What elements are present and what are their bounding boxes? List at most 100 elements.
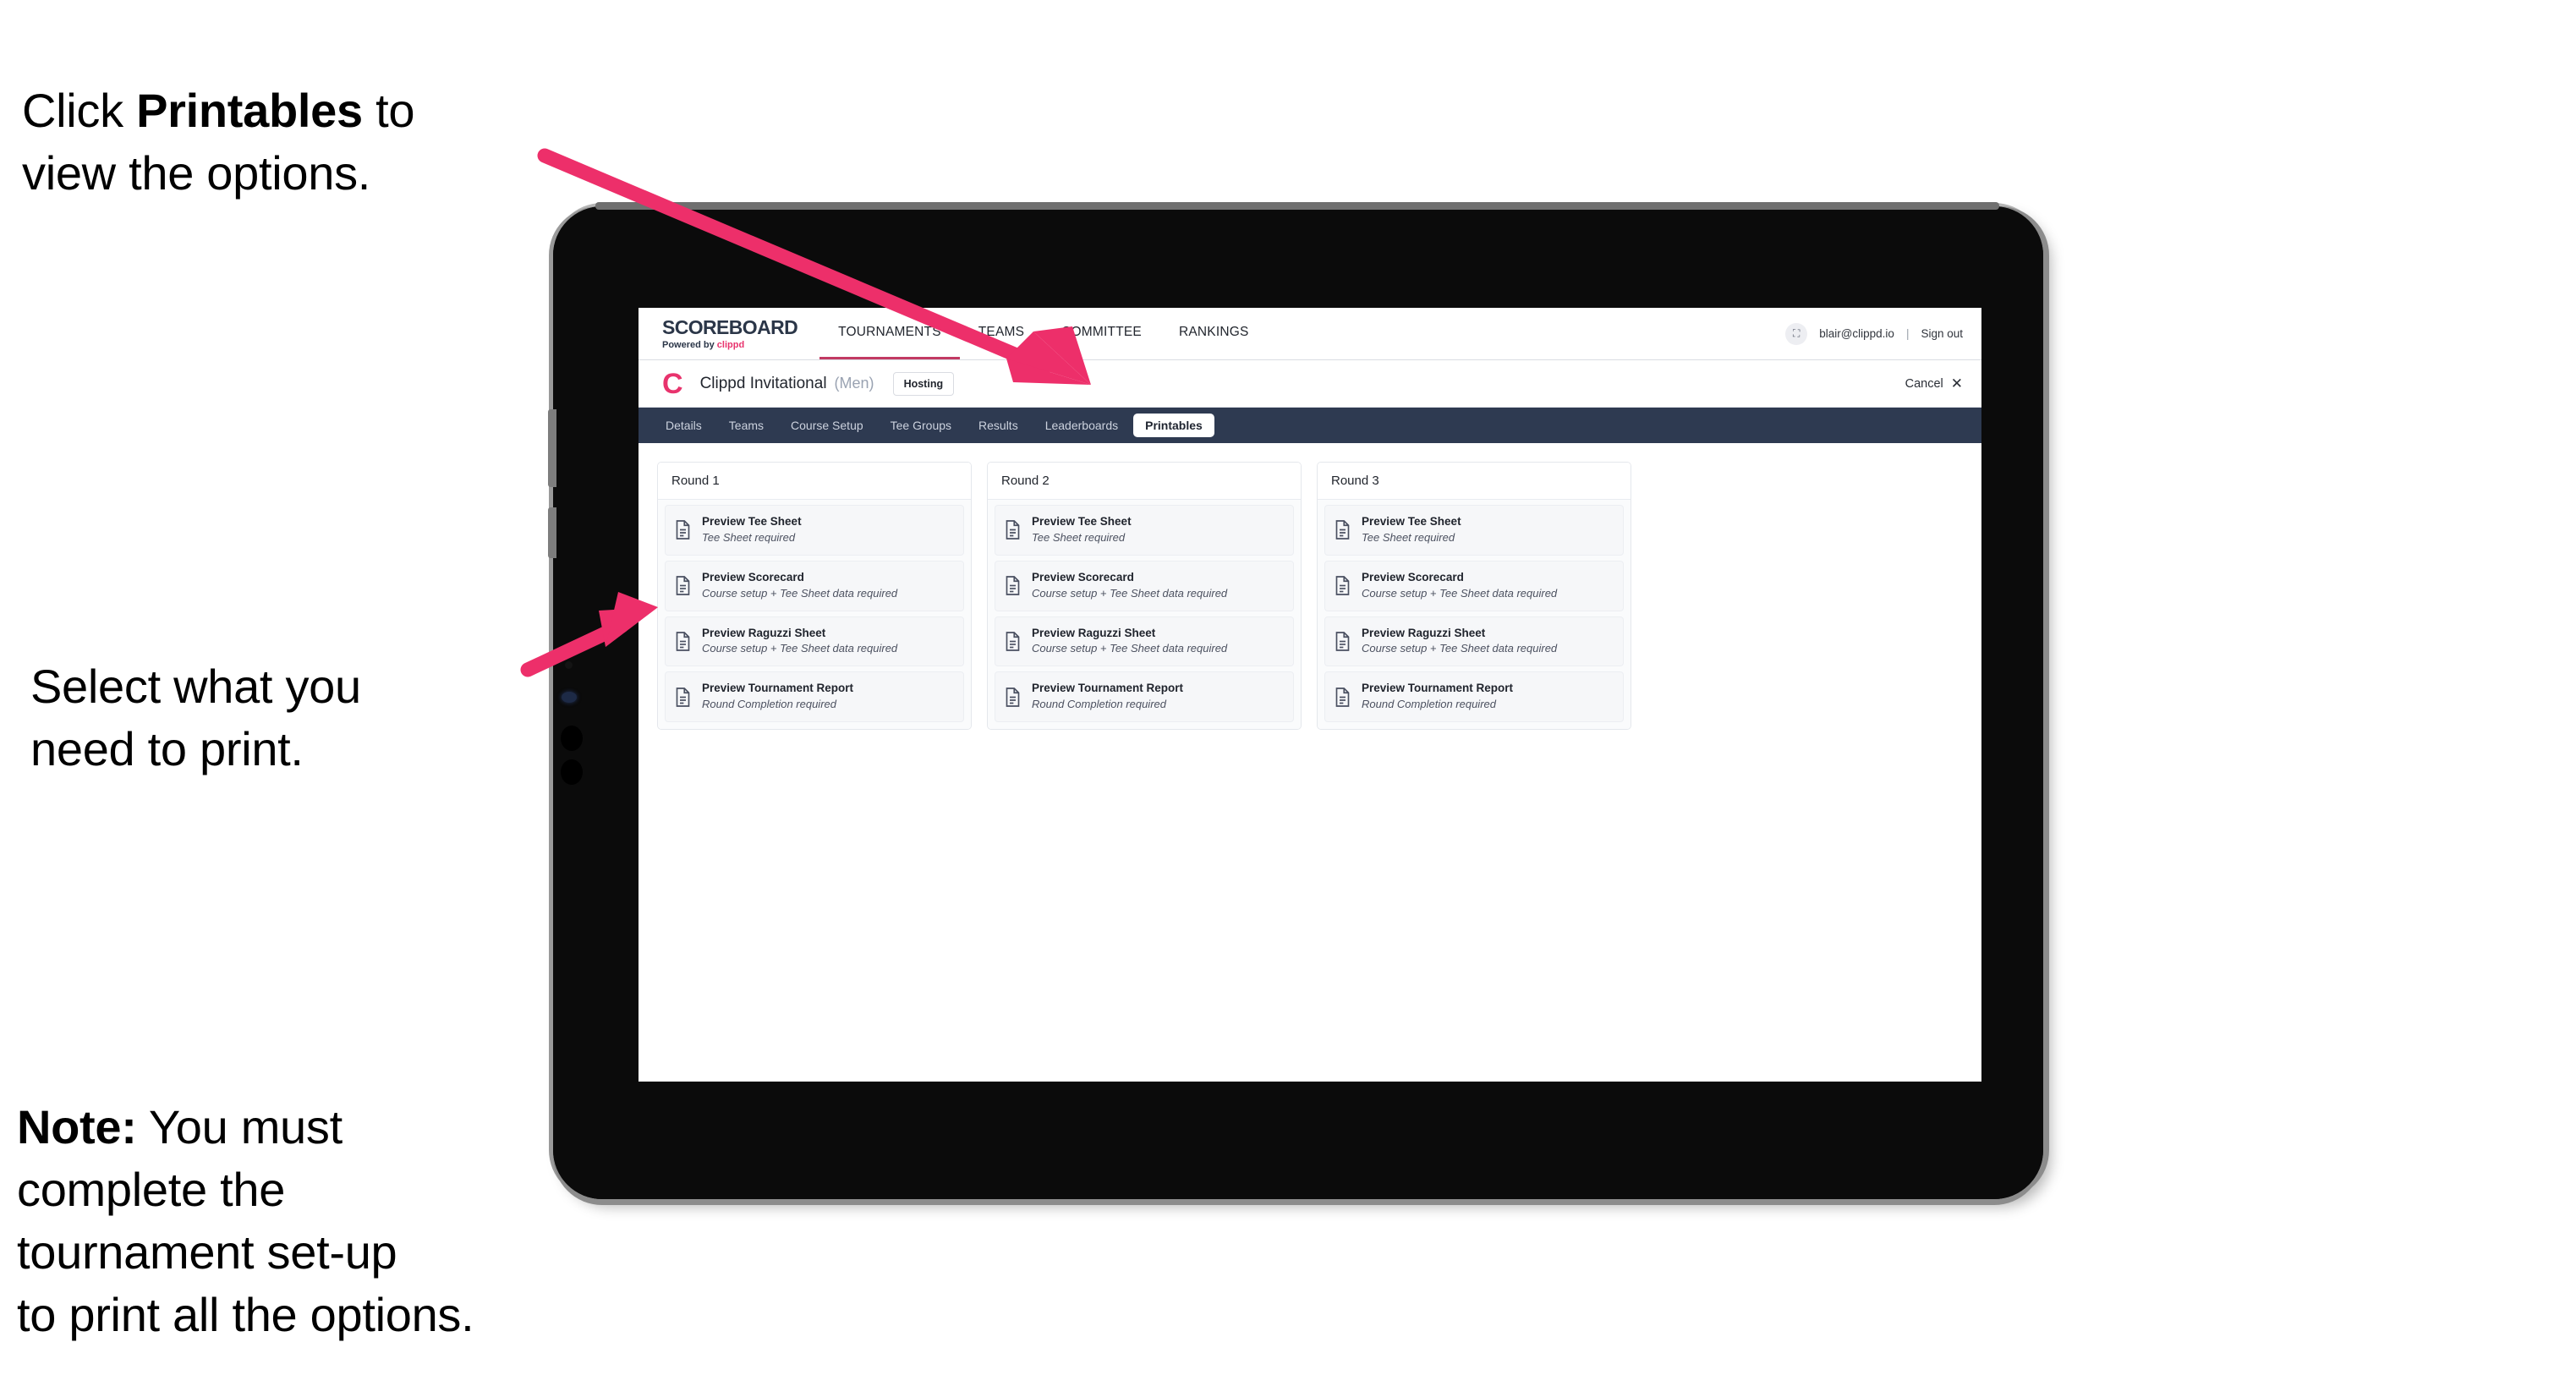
printable-item-title: Preview Tee Sheet	[702, 515, 802, 528]
printable-item-row[interactable]: Preview Raguzzi Sheet Course setup + Tee …	[995, 616, 1294, 667]
cancel-label: Cancel	[1905, 376, 1943, 391]
printable-item-title: Preview Scorecard	[1362, 570, 1464, 583]
nav-link-teams[interactable]: TEAMS	[960, 308, 1043, 359]
printable-item-row[interactable]: Preview Tee Sheet Tee Sheet required	[995, 505, 1294, 556]
tablet-camera-icon	[562, 692, 577, 703]
document-icon	[1335, 687, 1350, 707]
printable-item-title: Preview Raguzzi Sheet	[1362, 626, 1486, 639]
tablet-volume-button[interactable]	[548, 409, 556, 487]
global-nav-links: TOURNAMENTS TEAMS COMMITTEE RANKINGS	[819, 308, 1267, 359]
printable-item-row[interactable]: Preview Raguzzi Sheet Course setup + Tee …	[665, 616, 964, 667]
annotation-click-printables: Click Printables to view the options.	[22, 17, 580, 205]
printable-item-requirement: Round Completion required	[702, 698, 836, 711]
printable-item-row[interactable]: Preview Tee Sheet Tee Sheet required	[665, 505, 964, 556]
round-column: Round 1 Preview Tee Sheet Tee Sheet requir…	[657, 462, 972, 731]
printable-item-requirement: Course setup + Tee Sheet data required	[702, 642, 898, 655]
printable-item-requirement: Tee Sheet required	[1032, 530, 1126, 544]
close-icon: ✕	[1950, 375, 1963, 392]
tab-details[interactable]: Details	[654, 414, 714, 437]
printable-item-title: Preview Raguzzi Sheet	[702, 626, 826, 639]
brand-subtitle: Powered by clippd	[662, 339, 797, 350]
brand-logo[interactable]: SCOREBOARD Powered by clippd	[639, 308, 819, 359]
printable-item-text: Preview Scorecard Course setup + Tee Shee…	[702, 571, 897, 601]
tablet-top-edge-highlight	[595, 202, 1999, 210]
status-badge[interactable]: Hosting	[892, 371, 955, 396]
annotation-click-pre: Click	[22, 83, 137, 137]
round-title: Round 1	[658, 463, 971, 500]
printable-item-title: Preview Tee Sheet	[1032, 515, 1132, 528]
nav-link-rankings[interactable]: RANKINGS	[1160, 308, 1268, 359]
printable-item-title: Preview Tournament Report	[702, 682, 854, 695]
tablet-bezel-dot-lower	[561, 759, 583, 785]
printable-item-title: Preview Tee Sheet	[1362, 515, 1461, 528]
printable-item-title: Preview Raguzzi Sheet	[1032, 626, 1156, 639]
document-icon	[1006, 520, 1020, 540]
printable-item-row[interactable]: Preview Tournament Report Round Completio…	[995, 671, 1294, 723]
printable-item-text: Preview Tee Sheet Tee Sheet required	[1032, 515, 1132, 545]
printable-item-row[interactable]: Preview Tournament Report Round Completio…	[665, 671, 964, 723]
printable-item-requirement: Course setup + Tee Sheet data required	[1362, 642, 1558, 655]
round-items-list: Preview Tee Sheet Tee Sheet required Previ…	[658, 500, 971, 730]
printable-item-text: Preview Tee Sheet Tee Sheet required	[702, 515, 802, 545]
tab-tee-groups[interactable]: Tee Groups	[879, 414, 963, 437]
nav-link-committee[interactable]: COMMITTEE	[1043, 308, 1160, 359]
tab-results[interactable]: Results	[967, 414, 1030, 437]
annotation-select-print: Select what you need to print.	[30, 660, 361, 775]
document-icon	[1006, 687, 1020, 707]
printable-item-title: Preview Tournament Report	[1362, 682, 1514, 695]
document-icon	[1335, 520, 1350, 540]
tablet-power-button[interactable]	[548, 507, 556, 558]
printable-item-row[interactable]: Preview Scorecard Course setup + Tee Shee…	[1324, 560, 1624, 611]
tab-leaderboards[interactable]: Leaderboards	[1033, 414, 1130, 437]
brand-subtitle-accent: clippd	[716, 339, 745, 350]
tournament-gender: (Men)	[834, 375, 874, 392]
tab-course-setup[interactable]: Course Setup	[779, 414, 875, 437]
nav-link-tournaments[interactable]: TOURNAMENTS	[819, 308, 960, 359]
printable-item-title: Preview Tournament Report	[1032, 682, 1184, 695]
printable-item-text: Preview Tournament Report Round Completio…	[702, 682, 853, 712]
global-navbar: SCOREBOARD Powered by clippd TOURNAMENTS…	[639, 308, 1981, 360]
printable-item-requirement: Course setup + Tee Sheet data required	[1032, 586, 1228, 600]
document-icon	[676, 687, 690, 707]
tab-printables[interactable]: Printables	[1133, 414, 1214, 437]
printables-rounds-grid: Round 1 Preview Tee Sheet Tee Sheet requir…	[639, 443, 1981, 731]
printable-item-row[interactable]: Preview Raguzzi Sheet Course setup + Tee …	[1324, 616, 1624, 667]
printable-item-requirement: Round Completion required	[1362, 698, 1496, 711]
round-title: Round 2	[988, 463, 1301, 500]
document-icon	[676, 576, 690, 595]
document-icon	[676, 632, 690, 651]
tablet-bezel-dot-upper	[561, 726, 583, 751]
printable-item-row[interactable]: Preview Scorecard Course setup + Tee Shee…	[995, 560, 1294, 611]
sign-out-link[interactable]: Sign out	[1921, 327, 1963, 340]
round-column: Round 3 Preview Tee Sheet Tee Sheet requir…	[1317, 462, 1631, 731]
document-icon	[676, 520, 690, 540]
document-icon	[1006, 632, 1020, 651]
printable-item-text: Preview Tee Sheet Tee Sheet required	[1362, 515, 1461, 545]
printable-item-row[interactable]: Preview Tournament Report Round Completio…	[1324, 671, 1624, 723]
tournament-header: C Clippd Invitational (Men) Hosting Canc…	[639, 360, 1981, 408]
round-items-list: Preview Tee Sheet Tee Sheet required Previ…	[988, 500, 1301, 730]
brand-subtitle-prefix: Powered by	[662, 339, 717, 350]
printable-item-row[interactable]: Preview Tee Sheet Tee Sheet required	[1324, 505, 1624, 556]
tablet-bezel-speck	[565, 661, 573, 669]
cancel-button[interactable]: Cancel ✕	[1905, 376, 1963, 391]
round-title: Round 3	[1318, 463, 1631, 500]
brand-title: SCOREBOARD	[662, 315, 798, 338]
clippd-logo-icon: C	[662, 367, 683, 400]
printable-item-text: Preview Raguzzi Sheet Course setup + Tee …	[702, 627, 897, 657]
document-icon	[1006, 576, 1020, 595]
round-items-list: Preview Tee Sheet Tee Sheet required Previ…	[1318, 500, 1631, 730]
printable-item-text: Preview Scorecard Course setup + Tee Shee…	[1032, 571, 1227, 601]
round-column: Round 2 Preview Tee Sheet Tee Sheet requir…	[987, 462, 1302, 731]
tab-teams[interactable]: Teams	[717, 414, 776, 437]
screenshot-canvas: Click Printables to view the options. Se…	[0, 0, 2576, 1386]
printable-item-text: Preview Tournament Report Round Completio…	[1032, 682, 1183, 712]
annotation-note-bold: Note:	[17, 1099, 137, 1153]
printable-item-row[interactable]: Preview Scorecard Course setup + Tee Shee…	[665, 560, 964, 611]
printable-item-text: Preview Raguzzi Sheet Course setup + Tee …	[1362, 627, 1557, 657]
avatar[interactable]: ⛶	[1785, 322, 1808, 345]
printable-item-requirement: Round Completion required	[1032, 698, 1166, 711]
document-icon	[1335, 576, 1350, 595]
printable-item-requirement: Course setup + Tee Sheet data required	[1032, 642, 1228, 655]
tournament-tabstrip: Details Teams Course Setup Tee Groups Re…	[639, 408, 1981, 443]
